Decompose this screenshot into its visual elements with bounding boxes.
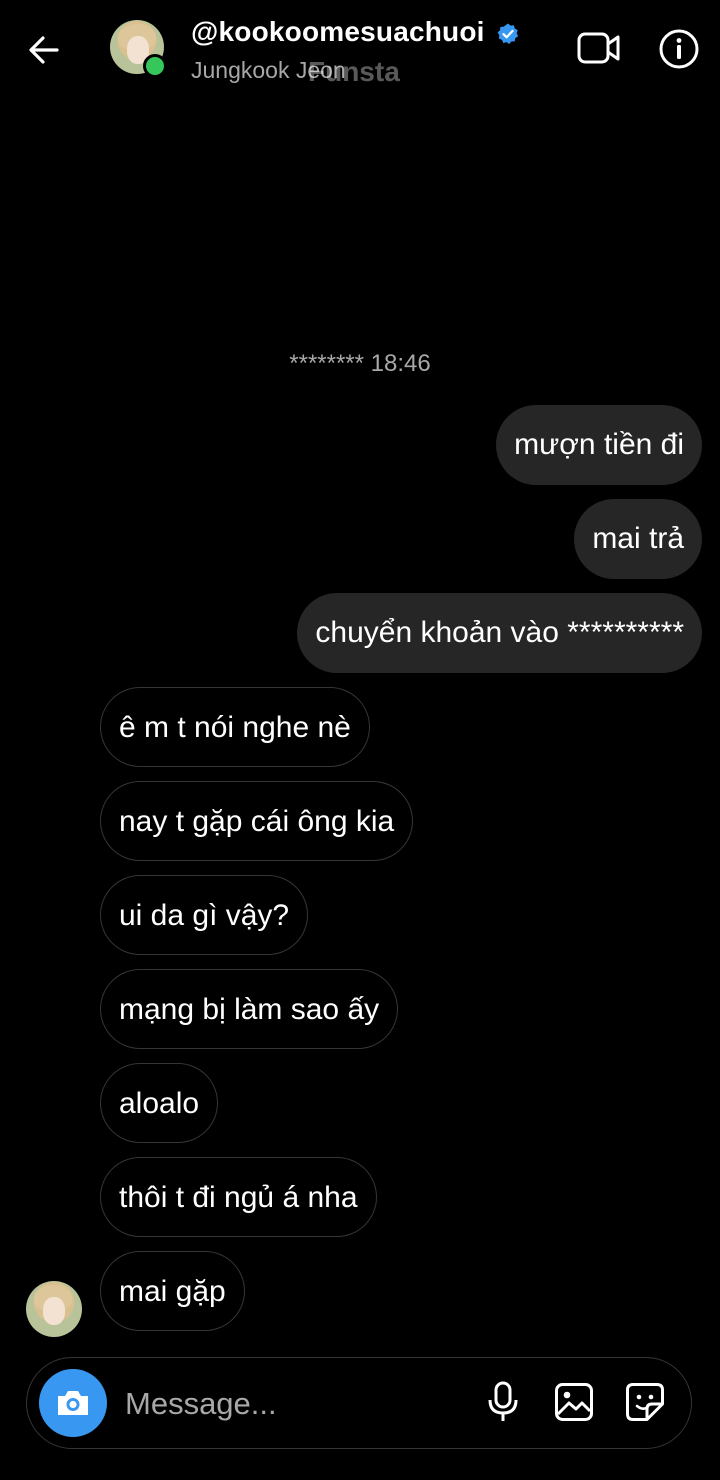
video-call-icon[interactable] [574,26,624,70]
info-icon[interactable] [656,26,702,72]
avatar[interactable] [110,20,167,78]
sticker-icon[interactable] [623,1378,667,1426]
microphone-icon[interactable] [483,1378,523,1426]
message-input[interactable] [123,1380,457,1428]
sender-avatar[interactable] [26,1281,82,1337]
received-message[interactable]: ui da gì vậy? [100,875,309,955]
sent-message[interactable]: chuyển khoản vào ********** [297,593,702,673]
sent-message[interactable]: mai trả [574,499,702,579]
sent-message[interactable]: mượn tiền đi [496,405,702,485]
received-message[interactable]: ê m t nói nghe nè [100,687,370,767]
camera-icon[interactable] [39,1369,107,1437]
message-timestamp: ******** 18:46 [289,350,431,377]
received-message[interactable]: mạng bị làm sao ấy [100,969,399,1049]
received-message[interactable]: thôi t đi ngủ á nha [100,1157,377,1237]
verified-badge-icon [496,22,520,46]
gallery-icon[interactable] [553,1378,595,1426]
watermark-text: Funsta [308,56,400,87]
username[interactable]: @kookoomesuachuoi [191,16,485,48]
online-status-dot [143,54,167,78]
message-composer [26,1357,692,1449]
received-message[interactable]: nay t gặp cái ông kia [100,781,414,861]
received-message[interactable]: mai gặp [100,1251,245,1331]
profile-photo [26,1281,82,1337]
back-arrow-icon[interactable] [22,28,66,72]
received-message[interactable]: aloalo [100,1063,219,1143]
chat-header: @kookoomesuachuoi Jungkook Jeon Funsta [0,0,720,100]
dm-screen: @kookoomesuachuoi Jungkook Jeon Funsta *… [0,0,720,1480]
